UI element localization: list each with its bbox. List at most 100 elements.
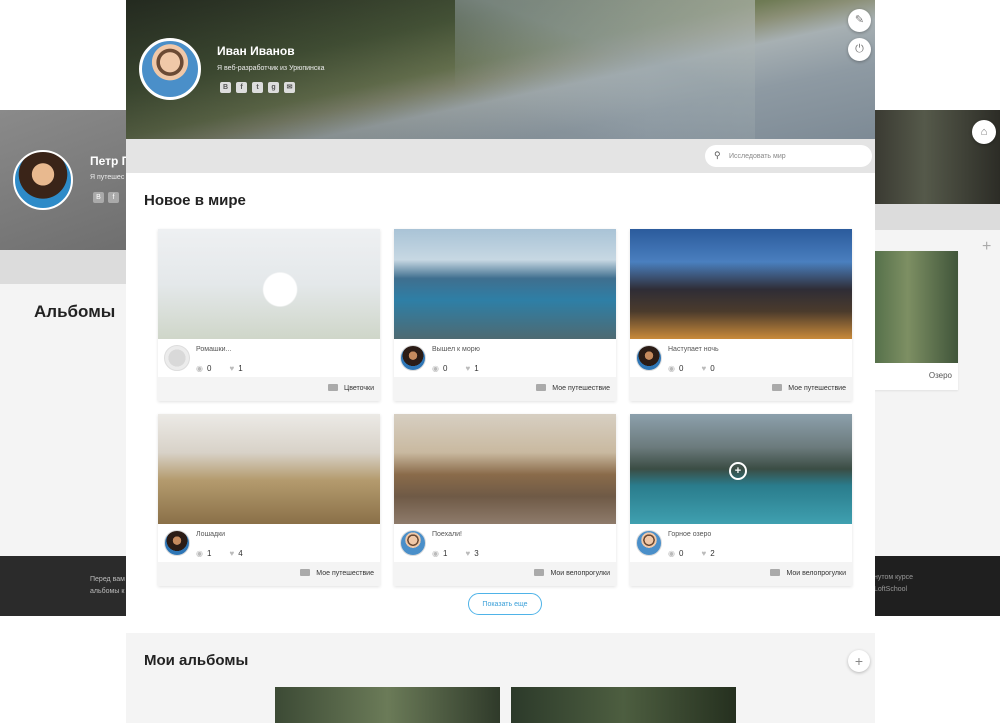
author-avatar[interactable] <box>636 530 662 556</box>
author-avatar[interactable] <box>164 345 190 371</box>
vk-icon: В <box>93 192 104 203</box>
background-page-left: Петр П Я путешес В f Альбомы Перед вам а… <box>0 110 130 616</box>
folder-icon <box>534 569 545 576</box>
like-icon[interactable]: ♥ <box>465 549 470 558</box>
comment-icon: ◉ <box>668 364 675 373</box>
right-album-card[interactable]: Озеро <box>874 251 958 390</box>
background-page-right: ⌂ + Озеро нутом курсе LoftSchool <box>874 110 1000 616</box>
like-icon[interactable]: ♥ <box>701 549 706 558</box>
photo-title: Вышел к морю <box>432 346 480 353</box>
comment-icon: ◉ <box>196 549 203 558</box>
show-more-button[interactable]: Показать еще <box>468 593 542 615</box>
like-count: 2 <box>710 549 715 558</box>
comment-icon: ◉ <box>668 549 675 558</box>
photo-stats: ◉ 1 ♥ 3 <box>432 549 479 558</box>
photo-stats: ◉ 1 ♥ 4 <box>196 549 243 558</box>
photo-title: Наступает ночь <box>668 346 719 353</box>
zoom-icon[interactable]: + <box>729 462 747 480</box>
right-footer: нутом курсе LoftSchool <box>874 556 1000 616</box>
comment-count: 1 <box>206 549 212 558</box>
folder-icon <box>536 384 547 391</box>
photo-title: Ромашки... <box>196 346 232 353</box>
photo-image[interactable] <box>630 229 852 339</box>
album-name: Мое путешествие <box>788 385 846 392</box>
like-icon[interactable]: ♥ <box>229 549 234 558</box>
photo-card[interactable]: Лошадки ◉ 1 ♥ 4 Мое путешествие <box>158 414 380 586</box>
social-links: В f t g ✉ <box>220 82 295 93</box>
album-link[interactable]: Мое путешествие <box>630 377 852 401</box>
photo-title: Поехали! <box>432 531 462 538</box>
like-icon[interactable]: ♥ <box>465 364 470 373</box>
comment-count: 0 <box>442 364 448 373</box>
photo-stats: ◉ 0 ♥ 2 <box>668 549 715 558</box>
author-avatar[interactable] <box>164 530 190 556</box>
main-page: Иван Иванов Я веб-разработчик из Урюпинс… <box>126 0 875 723</box>
folder-icon <box>300 569 311 576</box>
photo-card[interactable]: Вышел к морю ◉ 0 ♥ 1 Мое путешествие <box>394 229 616 401</box>
feed-title: Новое в мире <box>144 192 246 209</box>
facebook-icon: f <box>108 192 119 203</box>
comment-count: 0 <box>678 549 684 558</box>
search-input[interactable] <box>729 145 859 168</box>
power-icon[interactable]: ⏻ <box>848 38 871 61</box>
album-link[interactable]: Мое путешествие <box>158 562 380 586</box>
photo-card[interactable]: Ромашки... ◉ 0 ♥ 1 Цветочки <box>158 229 380 401</box>
photo-image[interactable]: + <box>630 414 852 524</box>
author-avatar[interactable] <box>400 345 426 371</box>
search-box: ⚲ <box>705 145 872 168</box>
search-bar: ⚲ <box>126 139 875 173</box>
album-link[interactable]: Мое путешествие <box>394 377 616 401</box>
like-count: 0 <box>710 364 715 373</box>
left-albums-title: Альбомы <box>34 302 116 321</box>
album-name: Мои велопрогулки <box>786 570 846 577</box>
photo-card[interactable]: Наступает ночь ◉ 0 ♥ 0 Мое путешествие <box>630 229 852 401</box>
add-icon[interactable]: + <box>982 238 991 256</box>
comment-count: 0 <box>206 364 212 373</box>
photo-image[interactable] <box>158 229 380 339</box>
album-card[interactable] <box>275 687 500 723</box>
album-name: Цветочки <box>344 385 374 392</box>
photo-card[interactable]: + Горное озеро ◉ 0 ♥ 2 Мои велопрогулки <box>630 414 852 586</box>
album-link[interactable]: Цветочки <box>158 377 380 401</box>
album-link[interactable]: Мои велопрогулки <box>394 562 616 586</box>
user-name: Иван Иванов <box>217 44 295 58</box>
like-count: 1 <box>238 364 243 373</box>
comment-count: 0 <box>678 364 684 373</box>
photo-card[interactable]: Поехали! ◉ 1 ♥ 3 Мои велопрогулки <box>394 414 616 586</box>
like-icon[interactable]: ♥ <box>701 364 706 373</box>
google-plus-icon[interactable]: g <box>268 82 279 93</box>
comment-icon: ◉ <box>432 549 439 558</box>
like-count: 3 <box>474 549 479 558</box>
comment-icon: ◉ <box>196 364 203 373</box>
avatar[interactable] <box>139 38 201 100</box>
photo-image[interactable] <box>158 414 380 524</box>
folder-icon <box>328 384 339 391</box>
vk-icon[interactable]: В <box>220 82 231 93</box>
album-card[interactable] <box>511 687 736 723</box>
twitter-icon[interactable]: t <box>252 82 263 93</box>
facebook-icon[interactable]: f <box>236 82 247 93</box>
photo-title: Горное озеро <box>668 531 712 538</box>
edit-icon[interactable]: ✎ <box>848 9 871 32</box>
album-link[interactable]: Мои велопрогулки <box>630 562 852 586</box>
photo-stats: ◉ 0 ♥ 1 <box>196 364 243 373</box>
author-avatar[interactable] <box>400 530 426 556</box>
like-count: 4 <box>238 549 243 558</box>
photo-image[interactable] <box>394 414 616 524</box>
add-album-icon[interactable]: + <box>848 650 870 672</box>
email-icon[interactable]: ✉ <box>284 82 295 93</box>
home-icon[interactable]: ⌂ <box>972 120 996 144</box>
left-footer: Перед вам альбомы к <box>0 556 126 616</box>
album-name: Мое путешествие <box>552 385 610 392</box>
user-tagline: Я веб-разработчик из Урюпинска <box>217 65 325 72</box>
author-avatar[interactable] <box>636 345 662 371</box>
search-icon: ⚲ <box>714 150 721 160</box>
like-icon[interactable]: ♥ <box>229 364 234 373</box>
right-album-label: Озеро <box>928 371 952 380</box>
comment-icon: ◉ <box>432 364 439 373</box>
photo-title: Лошадки <box>196 531 226 538</box>
left-profile-header: Петр П Я путешес В f <box>0 110 130 250</box>
photo-image[interactable] <box>394 229 616 339</box>
photo-stats: ◉ 0 ♥ 1 <box>432 364 479 373</box>
left-avatar <box>13 150 73 210</box>
